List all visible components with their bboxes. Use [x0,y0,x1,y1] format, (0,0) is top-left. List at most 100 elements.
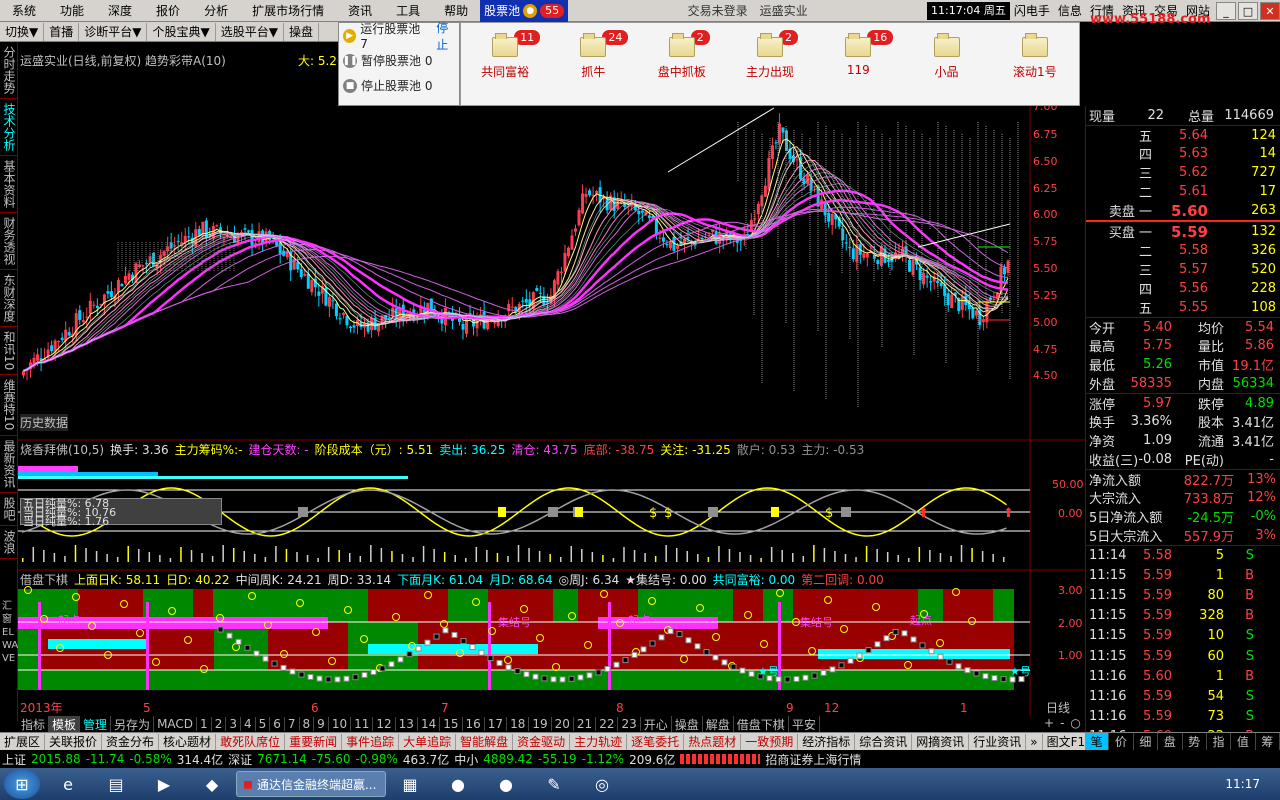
extension-tab[interactable]: 热点题材 [684,733,742,750]
tab-guba[interactable]: 股吧 [0,493,18,526]
menu-system[interactable]: 系统 [0,0,48,22]
tab-basic-info[interactable]: 基本资料 [0,156,18,213]
indicator-tab[interactable]: 21 [574,717,597,731]
history-data-button[interactable]: 历史数据 [20,414,69,431]
taskbar-window-button[interactable]: ◼ 通达信金融终端超赢... [236,771,386,797]
maximize-button[interactable]: □ [1238,1,1258,20]
run-pool-item[interactable]: ▶ 运行股票池 7 停止 [339,21,459,52]
indicator-tab[interactable]: 借盘下棋 [734,715,789,733]
indicator-tab[interactable]: 4 [241,717,256,731]
zoom-out-button[interactable]: - [1060,716,1064,732]
tab-eastmoney[interactable]: 东财深度 [0,270,18,327]
extension-tab[interactable]: » [1026,733,1043,750]
indicator-tab[interactable]: 10 [329,717,352,731]
right-tab[interactable]: 势 [1182,733,1207,750]
pool-item[interactable]: 24 抓牛 [553,29,633,80]
zoom-in-button[interactable]: + [1044,716,1054,732]
order-book-row[interactable]: 买盘 一 5.59 132 [1086,222,1280,242]
stock-pool-menu[interactable]: 股票池 ● 55 [480,0,569,22]
pool-item[interactable]: 16 119 [818,29,898,77]
indicator-tab[interactable]: 6 [270,717,285,731]
indicator2-name[interactable]: 借盘下棋 [20,571,68,588]
menu-ext-market[interactable]: 扩展市场行情 [240,0,336,22]
extension-tab[interactable]: 大单追踪 [399,733,457,750]
tab-finance[interactable]: 财务透视 [0,213,18,270]
indicator-tab[interactable]: 13 [396,717,418,731]
period-label[interactable]: 日线 [1046,701,1070,715]
order-book-row[interactable]: 二 5.58 326 [1086,241,1280,260]
extension-tab[interactable]: 综合资讯 [855,733,913,750]
right-tab[interactable]: 笔 [1085,733,1110,750]
indicator-tab[interactable]: 平安 [789,715,820,733]
indicator-tab[interactable]: 15 [440,717,463,731]
right-tab[interactable]: 筹 [1255,733,1280,750]
indicator-tab[interactable]: 开心 [641,715,672,733]
tab-intraday[interactable]: 分时走势 [0,42,18,99]
tab-wave[interactable]: 波浪 [0,526,18,559]
order-book-row[interactable]: 卖盘 一 5.60 263 [1086,201,1280,221]
tab-visite[interactable]: 维赛特10 [0,375,18,436]
right-tab[interactable]: 细 [1133,733,1159,750]
operate-button[interactable]: 操盘 [284,22,319,41]
indicator-tab[interactable]: 另存为 [111,715,155,733]
indicator-tab[interactable]: 9 [314,717,329,731]
extension-tab[interactable]: 扩展区 [0,733,46,750]
stop-link[interactable]: 停止 [436,19,459,53]
indicator-tab[interactable]: 2 [212,717,227,731]
indicator-tab[interactable]: 8 [300,717,315,731]
tab-latest-news[interactable]: 最新资讯 [0,436,18,493]
right-tab[interactable]: 价 [1109,733,1134,750]
extension-tab[interactable]: 网摘资讯 [912,733,970,750]
pool-item[interactable]: 11 共同富裕 [465,29,545,80]
stop-pool-item[interactable]: ■ 停止股票池 0 [339,73,459,98]
extension-tab[interactable]: 经济指标 [798,733,856,750]
extension-tab[interactable]: 主力轨迹 [570,733,628,750]
menu-info[interactable]: 信息 [1054,0,1086,22]
order-book-row[interactable]: 三 5.57 520 [1086,260,1280,279]
order-book-row[interactable]: 三 5.62 727 [1086,163,1280,182]
pool-item[interactable]: 2 盘中抓板 [642,29,722,80]
indicator-tab[interactable]: 19 [529,717,552,731]
tool-icon[interactable]: ✎ [534,770,574,798]
minimize-button[interactable]: _ [1216,1,1236,20]
indicator-tab[interactable]: 指标 [18,715,50,733]
extension-tab[interactable]: 关联报价 [45,733,103,750]
extension-tab[interactable]: 逐笔委托 [627,733,685,750]
extension-tab[interactable]: 敢死队席位 [216,733,286,750]
menu-quote[interactable]: 报价 [144,0,192,22]
right-tab[interactable]: 指 [1206,733,1232,750]
indicator-tab[interactable]: 5 [256,717,271,731]
ie-icon[interactable]: e [48,770,88,798]
media-icon[interactable]: ▶ [144,770,184,798]
indicator-tab[interactable]: 23 [618,717,641,731]
tab-hexun[interactable]: 和讯10 [0,327,18,376]
menu-flash-hand[interactable]: 闪电手 [1010,0,1054,22]
start-button[interactable]: ⊞ [4,769,40,799]
indicator-tab[interactable]: 解盘 [703,715,734,733]
extension-tab[interactable]: 重要新闻 [285,733,343,750]
task-icon[interactable]: ▦ [390,770,430,798]
indicator-tab[interactable]: 7 [285,717,300,731]
switch-button[interactable]: 切换▼ [0,22,45,41]
chat-icon-2[interactable]: ● [486,770,526,798]
indicator-tab[interactable]: 16 [463,717,485,731]
order-book-row[interactable]: 五 5.64 124 [1086,125,1280,145]
close-button[interactable]: ✕ [1260,1,1280,20]
stock-picker-button[interactable]: 选股平台▼ [216,22,284,41]
menu-depth[interactable]: 深度 [96,0,144,22]
indicator-tab[interactable]: 模板 [49,715,81,733]
order-book-row[interactable]: 四 5.56 228 [1086,279,1280,298]
reset-button[interactable]: ○ [1070,716,1080,732]
indicator-tab[interactable]: 20 [552,717,574,731]
tab-technical[interactable]: 技术分析 [0,99,18,156]
first-broadcast-button[interactable]: 首播 [44,22,80,41]
indicator-tab[interactable]: 3 [226,717,241,731]
folder-icon[interactable]: ▤ [96,770,136,798]
indicator-tab[interactable]: 14 [418,717,441,731]
pool-item[interactable]: 2 主力出现 [730,29,810,80]
pool-item[interactable]: 小品 [907,29,987,80]
right-tab[interactable]: 值 [1231,733,1256,750]
indicator-tab[interactable]: 12 [373,717,396,731]
tray-clock[interactable]: 11:17 [1225,777,1260,791]
indicator-tab[interactable]: 管理 [80,715,112,733]
